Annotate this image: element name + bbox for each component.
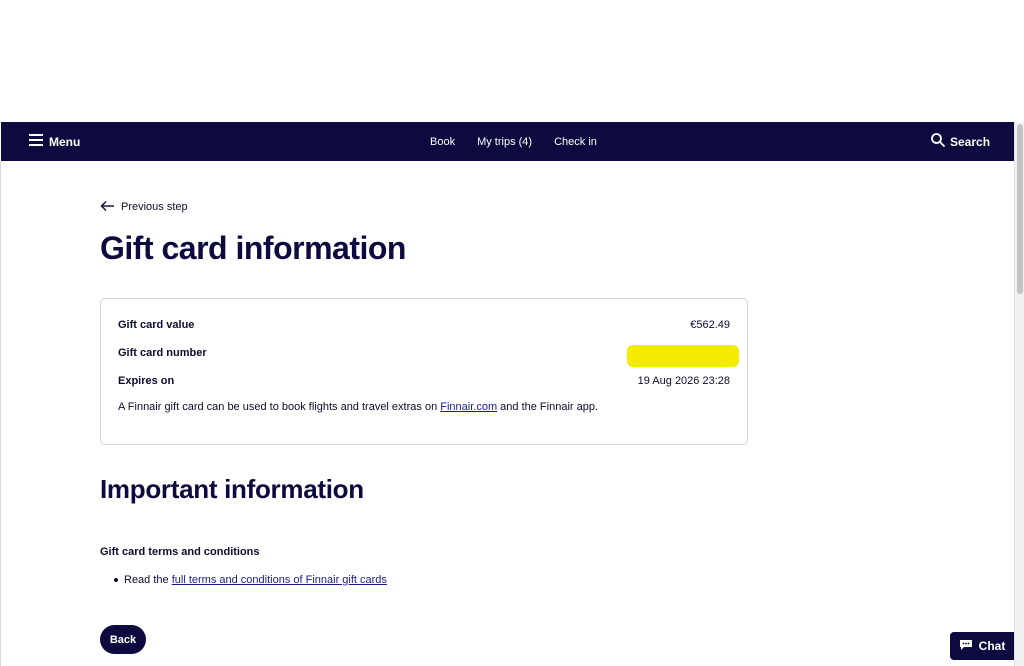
previous-step-link[interactable]: Previous step <box>100 199 188 215</box>
scrollbar-thumb[interactable] <box>1017 124 1023 294</box>
chat-label: Chat <box>978 639 1006 653</box>
chat-button[interactable]: Chat <box>950 632 1014 660</box>
finnair-com-link[interactable]: Finnair.com <box>440 401 497 413</box>
nav-link-book[interactable]: Book <box>430 136 455 148</box>
nav-link-check-in[interactable]: Check in <box>554 136 597 148</box>
gift-card-value: €562.49 <box>690 319 730 331</box>
important-information-title: Important information <box>100 474 364 504</box>
gift-card-value-row: Gift card value €562.49 <box>118 317 730 333</box>
search-button[interactable]: Search <box>931 122 990 161</box>
gift-card-number-label: Gift card number <box>118 347 207 359</box>
gift-card-note-prefix: A Finnair gift card can be used to book … <box>118 401 441 413</box>
expires-value: 19 Aug 2026 23:28 <box>637 375 730 387</box>
chat-bubble-icon <box>959 639 973 654</box>
expires-row: Expires on 19 Aug 2026 23:28 <box>118 373 730 389</box>
gift-card-note: A Finnair gift card can be used to book … <box>118 401 598 413</box>
back-button[interactable]: Back <box>100 625 146 654</box>
page-left-border <box>0 161 1 666</box>
search-icon <box>931 133 945 150</box>
previous-step-label: Previous step <box>121 201 188 213</box>
terms-heading: Gift card terms and conditions <box>100 546 260 558</box>
menu-button[interactable]: Menu <box>29 122 80 161</box>
page-title: Gift card information <box>100 230 406 266</box>
search-label: Search <box>950 134 991 149</box>
page-scrollbar[interactable] <box>1014 122 1024 666</box>
hamburger-icon <box>29 134 43 149</box>
expires-label: Expires on <box>118 375 175 387</box>
main-nav-links: Book My trips (4) Check in <box>430 122 597 161</box>
top-navigation-bar: Menu Book My trips (4) Check in Search <box>1 122 1014 161</box>
bullet-icon <box>114 578 118 582</box>
menu-label: Menu <box>49 134 81 149</box>
gift-card-note-suffix: and the Finnair app. <box>497 401 599 413</box>
terms-bullet-prefix: Read the <box>124 574 172 586</box>
nav-link-my-trips[interactable]: My trips (4) <box>477 136 532 148</box>
gift-card-value-label: Gift card value <box>118 319 195 331</box>
terms-and-conditions-link[interactable]: full terms and conditions of Finnair gif… <box>172 574 387 586</box>
terms-list-item: Read the full terms and conditions of Fi… <box>114 574 387 586</box>
gift-card-details: Gift card value €562.49 Gift card number… <box>100 298 748 445</box>
gift-card-number-redacted <box>627 345 739 367</box>
arrow-left-icon <box>100 200 115 215</box>
